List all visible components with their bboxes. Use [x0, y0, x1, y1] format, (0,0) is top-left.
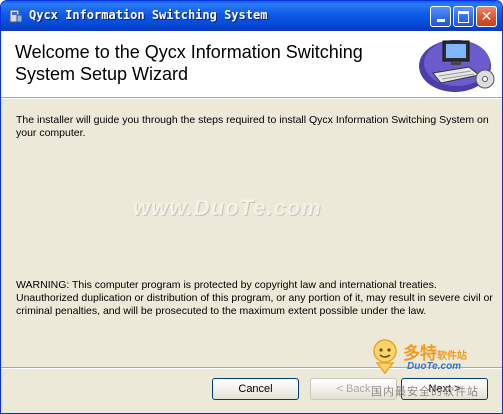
cancel-button[interactable]: Cancel [212, 378, 299, 400]
close-icon: ✕ [480, 8, 493, 25]
window-title: Qycx Information Switching System [29, 8, 268, 22]
title-bar[interactable]: Qycx Information Switching System ✕ [1, 1, 502, 31]
minimize-icon [436, 19, 445, 22]
page-title: Welcome to the Qycx Information Switchin… [15, 42, 363, 84]
intro-text: The installer will guide you through the… [16, 114, 489, 139]
logo-en-text: DuoTe.com [407, 361, 462, 372]
minimize-button[interactable] [430, 6, 451, 27]
copyright-warning: WARNING: This computer program is protec… [16, 279, 493, 317]
duote-logo: 多特软件站 DuoTe.com 国内最安全的软件站 [363, 333, 499, 398]
header-divider [1, 98, 502, 99]
computer-with-disc-icon [419, 40, 495, 92]
setup-window: Qycx Information Switching System ✕ Welc… [0, 0, 503, 414]
installer-icon [9, 9, 23, 23]
mascot-icon [373, 339, 397, 375]
wizard-header: Welcome to the Qycx Information Switchin… [1, 31, 502, 98]
close-button[interactable]: ✕ [476, 6, 497, 27]
watermark: www.DuoTe.com [133, 195, 322, 220]
maximize-button[interactable] [453, 6, 474, 27]
maximize-icon [458, 10, 469, 23]
logo-slogan: 国内最安全的软件站 [371, 386, 479, 398]
